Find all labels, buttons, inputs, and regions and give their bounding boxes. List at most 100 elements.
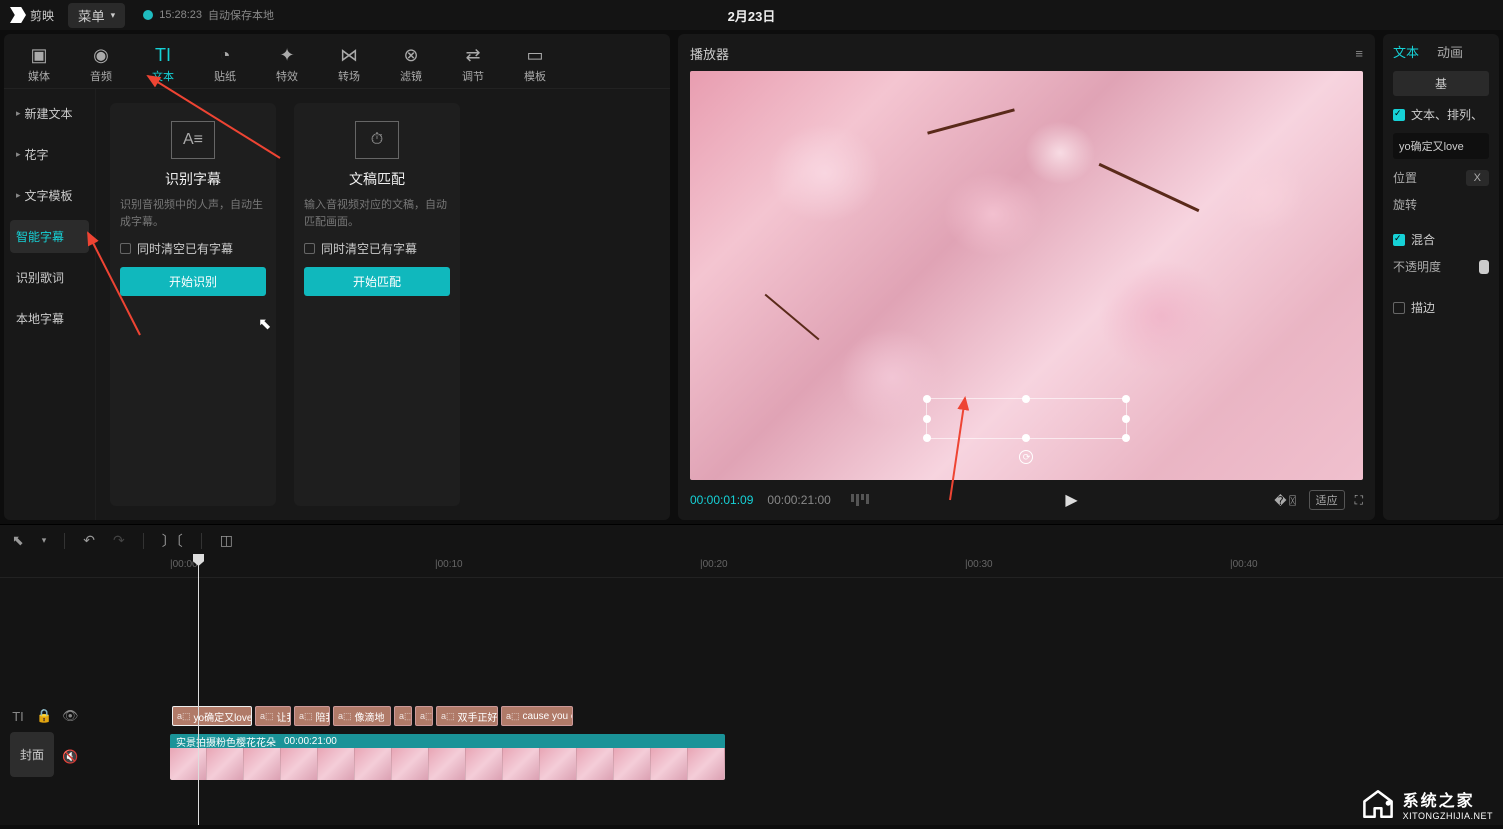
card-title: 文稿匹配 xyxy=(304,169,450,189)
subtitle-icon: a⬚ xyxy=(420,711,433,722)
card-action-button[interactable]: 开始识别 xyxy=(120,267,266,296)
tool-tab-滤镜[interactable]: ⊗滤镜 xyxy=(386,42,436,86)
resize-handle[interactable] xyxy=(923,415,931,423)
subtitle-track-head: TI 🔒 👁 xyxy=(0,700,115,732)
subtitle-clip[interactable]: a⬚双手正好 xyxy=(436,706,498,726)
caret-icon: ▸ xyxy=(16,108,21,119)
tool-dropdown-icon[interactable]: ▾ xyxy=(42,535,47,546)
caret-icon: ▸ xyxy=(16,190,21,201)
text-selection-box[interactable]: ⟳ xyxy=(926,398,1128,439)
checkbox-text-layout[interactable] xyxy=(1393,109,1405,121)
tab-animation[interactable]: 动画 xyxy=(1437,42,1463,61)
eye-icon[interactable]: 👁 xyxy=(62,708,78,724)
card-icon: A≡ xyxy=(171,121,215,159)
side-item-新建文本[interactable]: ▸ 新建文本 xyxy=(10,97,89,130)
sub-tab-basic[interactable]: 基 xyxy=(1393,71,1489,96)
card-action-button[interactable]: 开始匹配 xyxy=(304,267,450,296)
subtitle-clip[interactable]: a⬚陪我 xyxy=(294,706,330,726)
label-position: 位置 xyxy=(1393,169,1417,186)
watermark-url: XITONGZHIJIA.NET xyxy=(1403,811,1493,821)
tool-tab-文本[interactable]: TI文本 xyxy=(138,42,188,86)
undo-button[interactable]: ↶ xyxy=(83,532,95,549)
frame-capture-icon[interactable]: �〿 xyxy=(1274,492,1298,509)
subtitle-clip[interactable]: a⬚I xyxy=(394,706,412,726)
lock-icon[interactable]: 🔒 xyxy=(36,708,52,724)
text-category-list: ▸新建文本▸花字▸文字模板智能字幕识别歌词本地字幕 xyxy=(4,89,96,520)
subtitle-icon: a⬚ xyxy=(399,711,412,722)
assets-panel: ▣媒体◉音频TI文本◔贴纸✦特效⋈转场⊗滤镜⇄调节▭模板 ▸新建文本▸花字▸文字… xyxy=(4,34,670,520)
mute-icon[interactable]: 🔇 xyxy=(62,749,78,765)
side-item-花字[interactable]: ▸花字 xyxy=(10,138,89,171)
menu-button[interactable]: 菜单 ▾ xyxy=(68,3,125,28)
fullscreen-icon[interactable]: ⛶ xyxy=(1355,493,1363,508)
resize-handle[interactable] xyxy=(1022,395,1030,403)
ruler-tick: |00:20 xyxy=(700,559,728,570)
watermark-icon xyxy=(1361,789,1395,819)
resize-handle[interactable] xyxy=(923,395,931,403)
subtitle-clip[interactable]: a⬚cause you c xyxy=(501,706,573,726)
redo-button[interactable]: ↷ xyxy=(113,532,125,549)
text-content-input[interactable]: yo确定又love xyxy=(1393,133,1489,159)
tool-tab-模板[interactable]: ▭模板 xyxy=(510,42,560,86)
subtitle-clip[interactable]: a⬚I xyxy=(415,706,433,726)
tool-tab-特效[interactable]: ✦特效 xyxy=(262,42,312,86)
card-checkbox[interactable] xyxy=(120,243,131,254)
watermark: 系统之家 XITONGZHIJIA.NET xyxy=(1361,787,1493,821)
tool-tab-icon: ✦ xyxy=(276,44,298,66)
preview-menu-icon[interactable]: ≡ xyxy=(1355,46,1363,61)
pointer-tool-icon[interactable]: ⬉ xyxy=(12,532,24,549)
preview-viewport[interactable]: ⟳ xyxy=(690,71,1363,480)
split-tool-icon[interactable]: 〕〔 xyxy=(162,531,183,551)
tool-tab-调节[interactable]: ⇄调节 xyxy=(448,42,498,86)
side-item-识别歌词[interactable]: 识别歌词 xyxy=(10,261,89,294)
card-icon: ⏱ xyxy=(355,121,399,159)
checkbox-blend[interactable] xyxy=(1393,234,1405,246)
chevron-down-icon: ▾ xyxy=(111,10,116,21)
tool-tab-媒体[interactable]: ▣媒体 xyxy=(14,42,64,86)
tool-tab-音频[interactable]: ◉音频 xyxy=(76,42,126,86)
tool-tab-icon: ◉ xyxy=(90,44,112,66)
tool-tab-贴纸[interactable]: ◔贴纸 xyxy=(200,42,250,86)
side-item-label: 本地字幕 xyxy=(16,310,64,327)
side-item-本地字幕[interactable]: 本地字幕 xyxy=(10,302,89,335)
caret-icon: ▸ xyxy=(16,149,21,160)
side-item-文字模板[interactable]: ▸ 文字模板 xyxy=(10,179,89,212)
subtitle-text: 让我 xyxy=(277,709,291,724)
play-button[interactable]: ▶ xyxy=(1065,490,1077,510)
crop-tool-icon[interactable]: ◫ xyxy=(220,532,233,549)
playhead[interactable] xyxy=(198,556,199,825)
subtitle-text: 陪我 xyxy=(316,709,330,724)
cover-button[interactable]: 封面 xyxy=(10,732,54,777)
subtitle-icon: a⬚ xyxy=(299,711,313,722)
side-item-label: 文字模板 xyxy=(25,187,73,204)
status-dot-icon xyxy=(143,10,153,20)
subtitle-clip[interactable]: a⬚yo确定又love xyxy=(172,706,252,726)
video-clip-name: 实景拍摄粉色樱花花朵 xyxy=(176,734,276,749)
side-item-label: 识别歌词 xyxy=(16,269,64,286)
side-item-智能字幕[interactable]: 智能字幕 xyxy=(10,220,89,253)
opacity-slider[interactable] xyxy=(1479,260,1489,274)
timeline[interactable]: |00:00|00:10|00:20|00:30|00:40 TI 🔒 👁 🔒 … xyxy=(0,556,1503,825)
preview-panel: 播放器 ≡ ⟳ 00:00:01:09 00:00:21:00 ▶ xyxy=(678,34,1375,520)
side-item-label: 新建文本 xyxy=(25,105,73,122)
fit-button[interactable]: 适应 xyxy=(1309,490,1345,510)
current-time: 00:00:01:09 xyxy=(690,493,753,507)
video-clip[interactable]: 实景拍摄粉色樱花花朵 00:00:21:00 xyxy=(170,734,725,780)
resize-handle[interactable] xyxy=(923,434,931,442)
tab-text[interactable]: 文本 xyxy=(1393,42,1419,61)
time-ruler[interactable]: |00:00|00:10|00:20|00:30|00:40 xyxy=(0,556,1503,578)
tool-tab-label: 模板 xyxy=(524,68,546,84)
video-thumbnails xyxy=(170,748,725,780)
subtitle-track[interactable]: a⬚yo确定又lovea⬚让我a⬚陪我a⬚像滴地a⬚Ia⬚Ia⬚双手正好a⬚ca… xyxy=(115,700,1503,732)
video-clip-duration: 00:00:21:00 xyxy=(284,736,337,747)
text-track-icon: TI xyxy=(10,709,26,724)
card-checkbox[interactable] xyxy=(304,243,315,254)
position-x-field[interactable]: X xyxy=(1466,170,1489,186)
subtitle-clip[interactable]: a⬚像滴地 xyxy=(333,706,391,726)
video-track[interactable]: 实景拍摄粉色樱花花朵 00:00:21:00 xyxy=(115,732,1503,782)
subtitle-icon: a⬚ xyxy=(260,711,274,722)
subtitle-clip[interactable]: a⬚让我 xyxy=(255,706,291,726)
subtitle-text: 像滴地 xyxy=(355,709,385,724)
tool-tab-转场[interactable]: ⋈转场 xyxy=(324,42,374,86)
checkbox-stroke[interactable] xyxy=(1393,302,1405,314)
